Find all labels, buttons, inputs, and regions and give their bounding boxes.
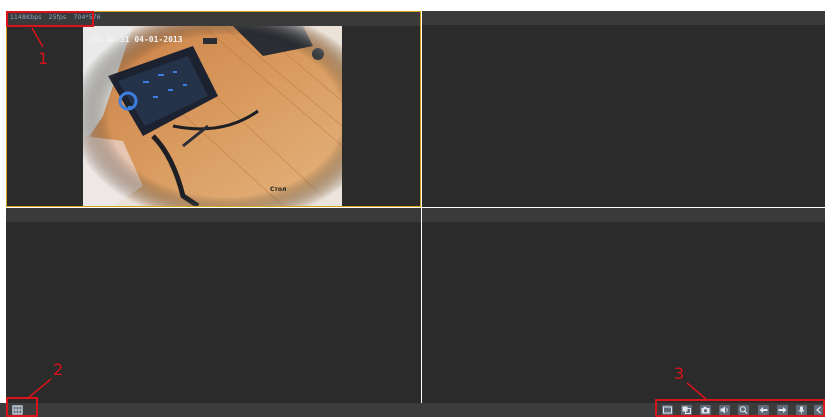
- annotation-label-2: 2: [53, 360, 64, 379]
- video-pane-4[interactable]: [422, 208, 825, 403]
- video-timestamp: 20:06:31 04-01-2013: [91, 35, 183, 44]
- camera-name-label: Стол: [270, 186, 287, 193]
- video-surveillance-viewer: 1148Kbps 25fps 704*576 20:06:31 04-01-20…: [0, 0, 825, 417]
- annotation-pointer-2: [27, 378, 52, 399]
- video-pane-1[interactable]: 1148Kbps 25fps 704*576 20:06:31 04-01-20…: [6, 11, 421, 207]
- video-pane-3[interactable]: [6, 208, 421, 403]
- annotation-pointer-3: [686, 382, 707, 400]
- camera-video-feed[interactable]: 20:06:31 04-01-2013 Стол: [83, 26, 342, 206]
- annotation-box-toolbar-buttons: [655, 399, 825, 417]
- pane-3-title-bar: [6, 208, 421, 222]
- annotation-label-1: 1: [38, 49, 49, 68]
- annotation-label-3: 3: [674, 364, 685, 383]
- annotation-box-stream-stats: [6, 11, 94, 27]
- annotation-box-layout-button: [6, 397, 38, 417]
- video-pane-2[interactable]: [422, 11, 825, 207]
- video-frame-image: [83, 26, 342, 206]
- annotation-pointer-1: [31, 27, 44, 48]
- pane-2-title-bar: [422, 11, 825, 25]
- pane-4-title-bar: [422, 208, 825, 222]
